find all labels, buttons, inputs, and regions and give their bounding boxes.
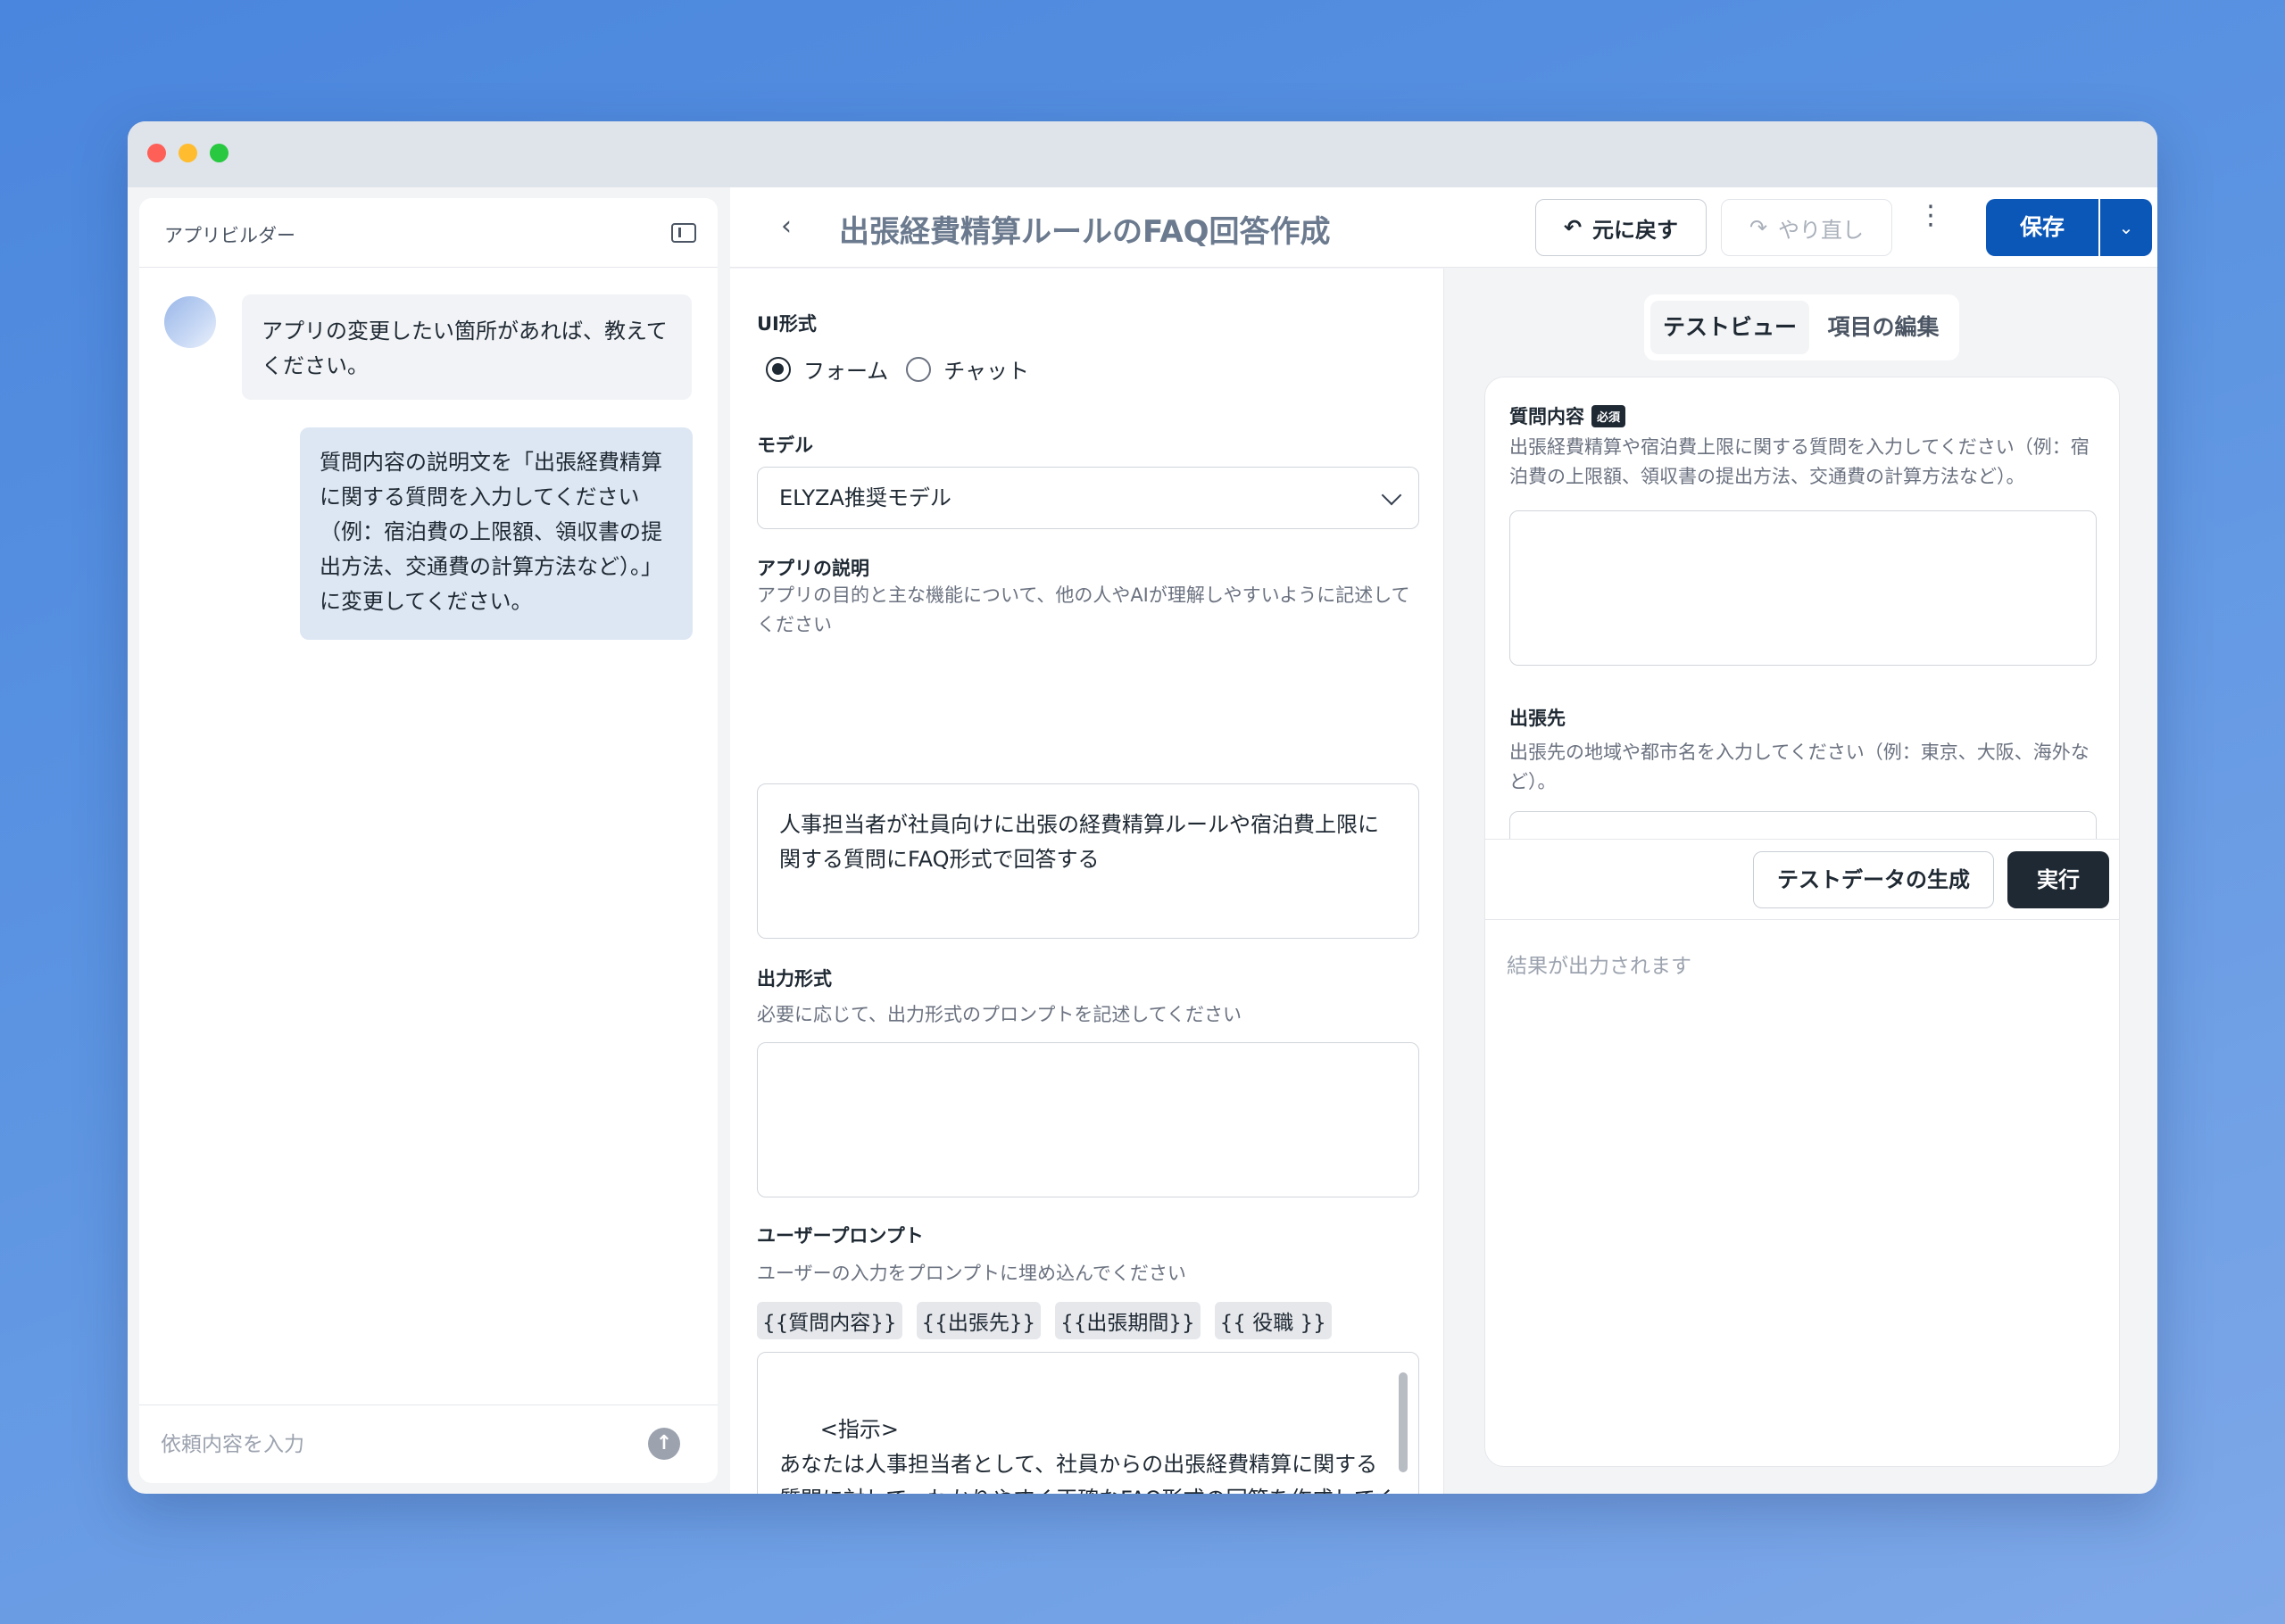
- variable-chip[interactable]: {{ 役職 }}: [1214, 1302, 1332, 1339]
- field-label-text: 出張先: [1509, 708, 1566, 729]
- question-input[interactable]: [1509, 510, 2097, 666]
- save-dropdown-button[interactable]: ⌄: [2100, 199, 2152, 256]
- destination-input[interactable]: [1509, 811, 2097, 839]
- test-fields: 質問内容 必須 出張経費精算や宿泊費上限に関する質問を入力してください（例：宿泊…: [1485, 377, 2119, 840]
- assistant-message: アプリの変更したい箇所があれば、教えてください。: [242, 294, 692, 400]
- test-tabs: テストビュー 項目の編集: [1644, 294, 1959, 360]
- more-options-icon[interactable]: ⋮: [1917, 203, 1944, 244]
- variable-chip[interactable]: {{出張期間}}: [1055, 1302, 1201, 1339]
- app-builder-title: アプリビルダー: [164, 225, 295, 246]
- ui-format-radio-group: フォーム チャット: [766, 353, 1029, 385]
- maximize-window-button[interactable]: [210, 144, 228, 162]
- model-label: モデル: [757, 435, 813, 456]
- tab-edit-fields[interactable]: 項目の編集: [1816, 301, 1950, 354]
- user-prompt-label: ユーザープロンプト: [757, 1225, 924, 1247]
- variable-chip[interactable]: {{質問内容}}: [757, 1302, 902, 1339]
- user-message: 質問内容の説明文を「出張経費精算に関する質問を入力してください（例：宿泊費の上限…: [300, 427, 693, 640]
- app-builder-panel: アプリビルダー アプリの変更したい箇所があれば、教えてください。 質問内容の説明…: [139, 198, 718, 1483]
- field-help: 出張先の地域や都市名を入力してください（例：東京、大阪、海外など）。: [1509, 742, 2090, 792]
- undo-label: 元に戻す: [1592, 217, 1679, 243]
- chevron-down-icon: [1381, 485, 1402, 506]
- redo-button[interactable]: ↷ やり直し: [1721, 199, 1892, 256]
- assistant-avatar: [164, 296, 216, 348]
- radio-chat[interactable]: [906, 356, 932, 382]
- minimize-window-button[interactable]: [179, 144, 197, 162]
- radio-form[interactable]: [766, 356, 791, 382]
- app-builder-header: アプリビルダー: [139, 198, 718, 268]
- chevron-down-icon: ⌄: [2118, 217, 2134, 238]
- tab-test-view[interactable]: テストビュー: [1650, 301, 1809, 354]
- save-button[interactable]: 保存: [1986, 199, 2098, 256]
- undo-button[interactable]: ↶ 元に戻す: [1535, 199, 1707, 256]
- app-settings-form: UI形式 フォーム チャット モデル ELYZA推奨モデル アプリの説明 アプリ…: [730, 269, 1444, 1494]
- output-format-textarea[interactable]: [757, 1042, 1419, 1197]
- output-format-label: 出力形式: [757, 968, 832, 990]
- back-icon[interactable]: ‹: [773, 213, 800, 241]
- redo-label: やり直し: [1778, 217, 1865, 243]
- variable-chips: {{質問内容}} {{出張先}} {{出張期間}} {{ 役職 }}: [757, 1302, 1332, 1339]
- user-prompt-textarea[interactable]: <指示> あなたは人事担当者として、社員からの出張経費精算に関する質問に対して、…: [757, 1352, 1419, 1494]
- required-badge: 必須: [1591, 404, 1626, 427]
- output-format-help: 必要に応じて、出力形式のプロンプトを記述してください: [757, 1004, 1242, 1025]
- field-label-text: 質問内容: [1509, 406, 1584, 427]
- page-title: 出張経費精算ルールのFAQ回答作成: [839, 214, 1331, 250]
- redo-icon: ↷: [1749, 215, 1768, 240]
- test-actions: テストデータの生成 実行: [1485, 840, 2119, 920]
- field-help: 出張経費精算や宿泊費上限に関する質問を入力してください（例：宿泊費の上限額、領収…: [1509, 436, 2090, 487]
- model-select[interactable]: ELYZA推奨モデル: [757, 467, 1419, 529]
- description-help: アプリの目的と主な機能について、他の人やAIが理解しやすいように記述してください: [757, 584, 1410, 635]
- editor-header: ‹ 出張経費精算ルールのFAQ回答作成 ↶ 元に戻す ↷ やり直し ⋮ 保存 ⌄: [730, 187, 2157, 268]
- send-icon[interactable]: ↑: [648, 1428, 680, 1460]
- model-select-value: ELYZA推奨モデル: [779, 485, 951, 510]
- result-placeholder: 結果が出力されます: [1507, 955, 1691, 978]
- test-card: 質問内容 必須 出張経費精算や宿泊費上限に関する質問を入力してください（例：宿泊…: [1484, 377, 2120, 1467]
- user-prompt-help: ユーザーの入力をプロンプトに埋め込んでください: [757, 1263, 1186, 1284]
- field-label: 出張先: [1509, 704, 1566, 731]
- undo-icon: ↶: [1563, 215, 1583, 240]
- scrollbar-thumb[interactable]: [1399, 1372, 1408, 1472]
- close-window-button[interactable]: [147, 144, 166, 162]
- description-textarea[interactable]: 人事担当者が社員向けに出張の経費精算ルールや宿泊費上限に関する質問にFAQ形式で…: [757, 783, 1419, 939]
- request-input[interactable]: [161, 1423, 625, 1466]
- app-window: アプリビルダー アプリの変更したい箇所があれば、教えてください。 質問内容の説明…: [128, 121, 2157, 1494]
- radio-form-label: フォーム: [803, 359, 889, 384]
- description-label: アプリの説明: [757, 558, 869, 579]
- generate-test-data-button[interactable]: テストデータの生成: [1753, 851, 1994, 908]
- ui-format-label: UI形式: [757, 313, 817, 335]
- user-prompt-text: <指示> あなたは人事担当者として、社員からの出張経費精算に関する質問に対して、…: [779, 1417, 1396, 1494]
- chat-input-bar: ↑: [139, 1404, 718, 1483]
- sidebar-toggle-icon[interactable]: [671, 223, 696, 243]
- radio-chat-label: チャット: [943, 359, 1030, 384]
- test-panel: テストビュー 項目の編集 質問内容 必須 出張経費精算や宿泊費上限に関する質問を…: [1445, 269, 2157, 1494]
- title-bar: [128, 121, 2157, 187]
- variable-chip[interactable]: {{出張先}}: [916, 1302, 1042, 1339]
- field-label: 質問内容 必須: [1509, 402, 1626, 429]
- run-button[interactable]: 実行: [2007, 851, 2109, 908]
